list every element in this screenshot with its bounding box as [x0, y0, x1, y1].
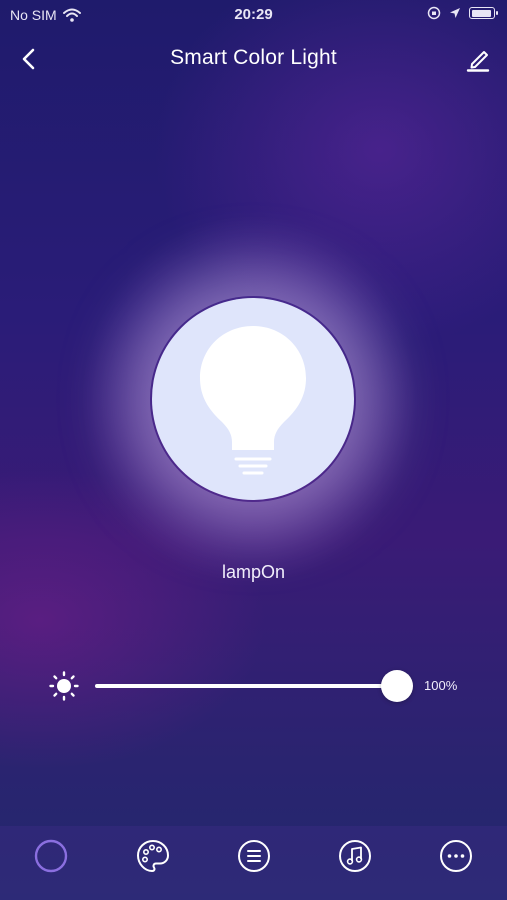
edit-button[interactable] — [463, 44, 493, 74]
orientation-lock-icon — [427, 6, 441, 20]
nav-bar: Smart Color Light — [0, 36, 507, 82]
brightness-value: 100% — [424, 678, 458, 693]
tab-scenes[interactable] — [135, 838, 171, 874]
color-ring-icon — [34, 839, 68, 873]
brightness-slider-thumb[interactable] — [381, 670, 413, 702]
tab-list[interactable] — [236, 838, 272, 874]
tab-music[interactable] — [337, 838, 373, 874]
music-note-icon — [339, 840, 371, 872]
location-icon — [450, 8, 460, 18]
tab-color[interactable] — [33, 838, 69, 874]
lamp-status-label: lampOn — [221, 562, 286, 582]
more-icon — [440, 840, 472, 872]
battery-icon — [469, 7, 498, 19]
status-right — [427, 6, 498, 20]
power-toggle-button[interactable] — [152, 298, 354, 500]
tab-more[interactable] — [438, 838, 474, 874]
palette-icon — [136, 839, 170, 873]
light-bulb-icon — [200, 326, 306, 475]
brightness-row: 100% — [0, 664, 507, 708]
status-bar: No SIM 20:29 — [0, 0, 507, 30]
page-title: Smart Color Light — [170, 46, 337, 69]
tab-bar — [0, 826, 507, 900]
pencil-icon — [466, 51, 490, 72]
sun-icon — [49, 671, 79, 701]
list-icon — [238, 840, 270, 872]
brightness-slider-track[interactable] — [95, 684, 397, 688]
